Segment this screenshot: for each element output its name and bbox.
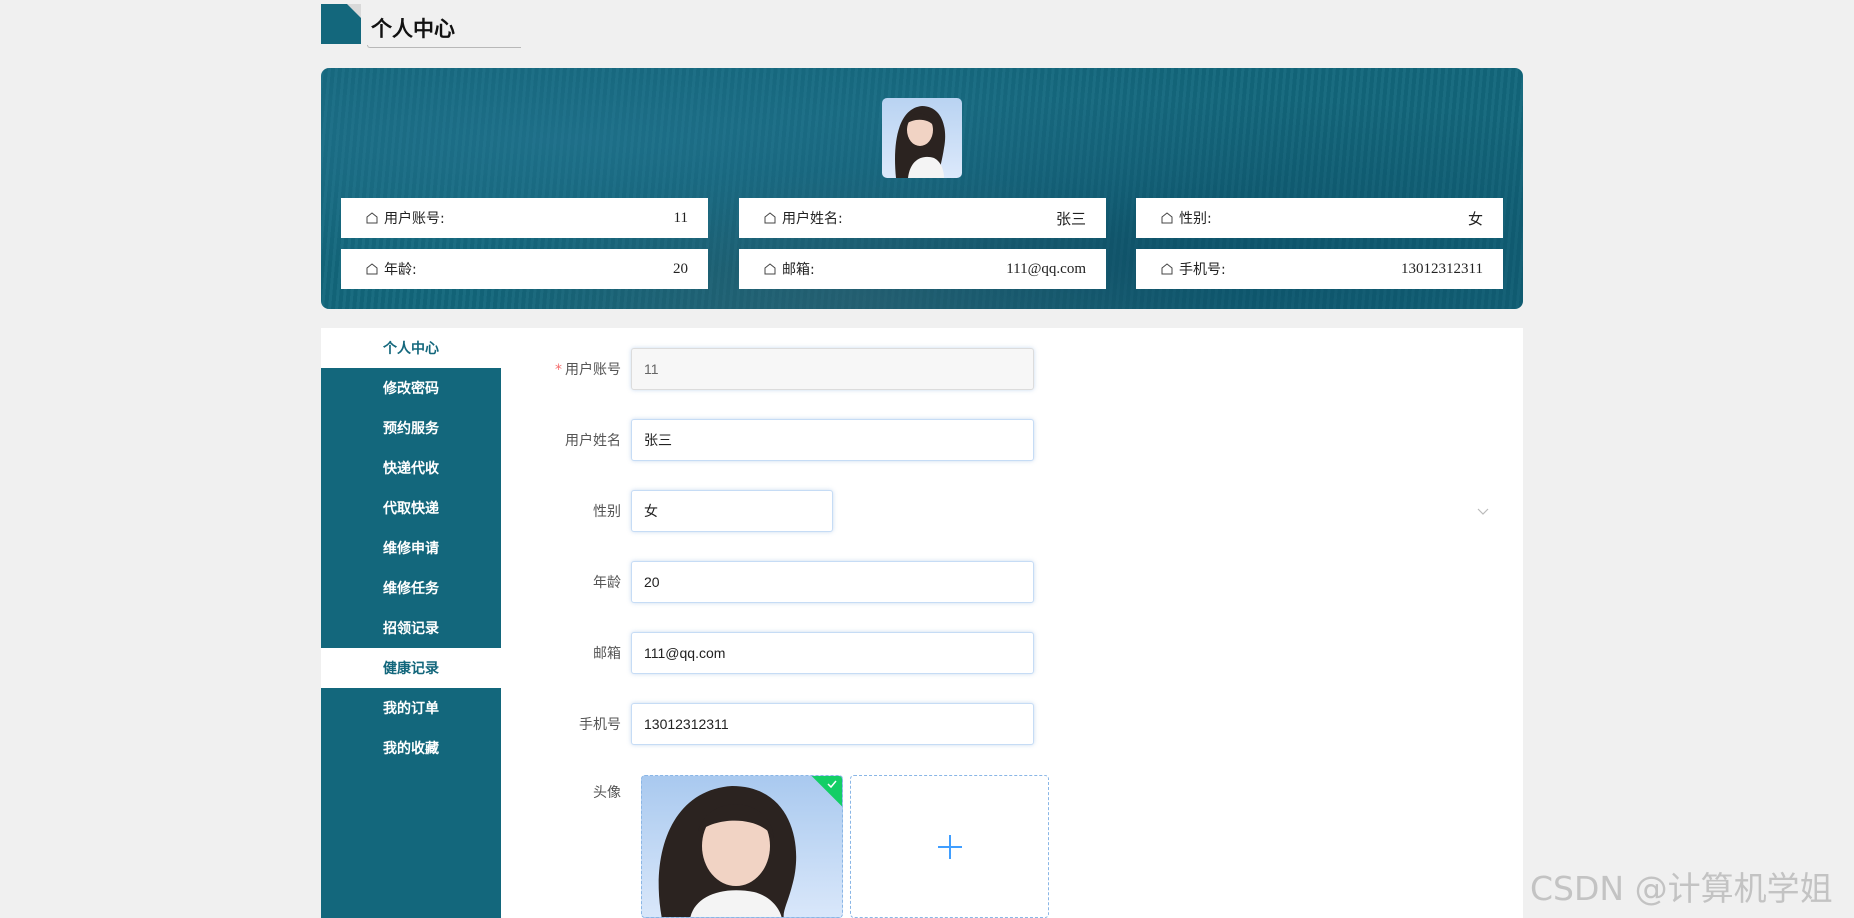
info-value: 20 (673, 260, 688, 277)
account-label: * 用户账号 (555, 362, 621, 378)
check-icon (827, 780, 837, 789)
info-card-phone: 手机号: 13012312311 (1136, 249, 1503, 289)
phone-field[interactable]: 13012312311 (631, 703, 1034, 745)
email-label: 邮箱 (593, 646, 621, 662)
form-row-avatar: 头像 (501, 775, 631, 809)
name-label: 用户姓名 (565, 433, 621, 449)
avatar-photo (658, 786, 797, 917)
page-title: 个人中心 (371, 17, 455, 41)
form-row-gender: 性别 女 (501, 490, 1501, 532)
info-value: 张三 (1055, 211, 1086, 228)
profile-avatar (882, 98, 962, 178)
sidebar: 个人中心 修改密码 预约服务 快递代收 代取快递 维修申请 维修任务 招领记录 … (321, 328, 501, 918)
watermark: CSDN @计算机学姐 (1530, 869, 1833, 908)
page-header: 个人中心 (321, 4, 521, 48)
avatar-photo (895, 106, 946, 178)
info-label: 年龄: (384, 262, 417, 278)
info-value: 11 (673, 209, 688, 226)
upload-add-button[interactable] (850, 775, 1049, 918)
chevron-down-icon[interactable] (1477, 505, 1489, 517)
sidebar-item-booking-service[interactable]: 预约服务 (321, 408, 501, 448)
sidebar-item-repair-tasks[interactable]: 维修任务 (321, 568, 501, 608)
info-value: 111@qq.com (1006, 260, 1086, 277)
form-row-email: 邮箱 111@qq.com (501, 632, 1034, 674)
profile-form: * 用户账号 11 用户姓名 张三 性别 女 年龄 20 邮箱 111@qq.co… (501, 328, 1523, 918)
name-field[interactable]: 张三 (631, 419, 1034, 461)
gender-label: 性别 (593, 504, 621, 520)
phone-label: 手机号 (579, 717, 621, 733)
info-card-age: 年龄: 20 (341, 249, 708, 289)
sidebar-item-health-records[interactable]: 健康记录 (321, 648, 501, 688)
home-icon (764, 263, 776, 275)
sidebar-item-my-favorites[interactable]: 我的收藏 (321, 728, 501, 768)
sidebar-item-lost-found[interactable]: 招领记录 (321, 608, 501, 648)
title-decoration (321, 4, 361, 44)
info-value: 13012312311 (1401, 260, 1483, 277)
form-row-account: * 用户账号 11 (501, 348, 1034, 390)
sidebar-item-repair-request[interactable]: 维修申请 (321, 528, 501, 568)
info-card-name: 用户姓名: 张三 (739, 198, 1106, 238)
avatar-label: 头像 (593, 785, 621, 801)
gender-select[interactable]: 女 (631, 490, 833, 532)
plus-icon (937, 834, 962, 859)
form-row-age: 年龄 20 (501, 561, 1034, 603)
info-label: 邮箱: (782, 262, 815, 278)
home-icon (1161, 212, 1173, 224)
title-underline (367, 45, 521, 48)
info-card-email: 邮箱: 111@qq.com (739, 249, 1106, 289)
info-label: 性别: (1179, 211, 1212, 227)
uploaded-avatar[interactable] (641, 775, 843, 918)
required-mark: * (555, 362, 562, 378)
age-field[interactable]: 20 (631, 561, 1034, 603)
home-icon (1161, 263, 1173, 275)
sidebar-item-my-orders[interactable]: 我的订单 (321, 688, 501, 728)
form-row-phone: 手机号 13012312311 (501, 703, 1034, 745)
sidebar-item-parcel-pickup[interactable]: 代取快递 (321, 488, 501, 528)
home-icon (366, 263, 378, 275)
info-label: 用户账号: (384, 211, 445, 227)
info-label: 用户姓名: (782, 211, 843, 227)
form-row-name: 用户姓名 张三 (501, 419, 1034, 461)
sidebar-item-personal-center[interactable]: 个人中心 (321, 328, 501, 368)
age-label: 年龄 (593, 575, 621, 591)
info-value: 女 (1467, 211, 1483, 228)
info-card-gender: 性别: 女 (1136, 198, 1503, 238)
home-icon (366, 212, 378, 224)
info-label: 手机号: (1179, 262, 1226, 278)
info-card-account: 用户账号: 11 (341, 198, 708, 238)
email-field[interactable]: 111@qq.com (631, 632, 1034, 674)
account-field[interactable]: 11 (631, 348, 1034, 390)
home-icon (764, 212, 776, 224)
profile-banner: 用户账号: 11 用户姓名: 张三 性别: 女 年龄: 20 邮箱: 111@q… (321, 68, 1523, 309)
sidebar-item-parcel-receiving[interactable]: 快递代收 (321, 448, 501, 488)
sidebar-item-change-password[interactable]: 修改密码 (321, 368, 501, 408)
